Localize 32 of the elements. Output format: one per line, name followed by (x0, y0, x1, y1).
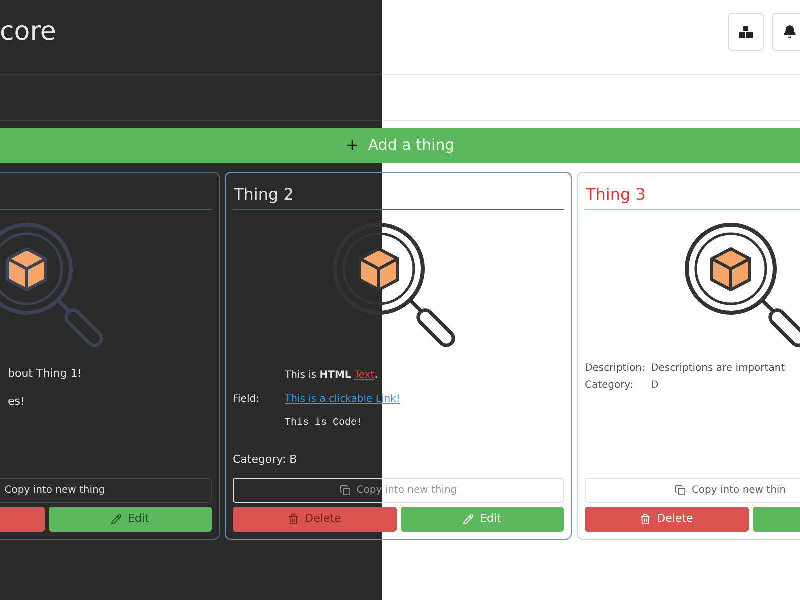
field-label: Field: (233, 393, 260, 407)
boxes-button[interactable] (728, 13, 764, 51)
copy-icon (340, 485, 351, 496)
copy-button[interactable]: Copy into new thing (233, 478, 564, 503)
field-value: Descriptions are important (651, 362, 786, 376)
trash-icon (288, 514, 300, 525)
delete-button[interactable]: Delete (585, 507, 748, 532)
card-title: Thing 2 (234, 184, 294, 206)
html-text: This is HTML Text. (285, 369, 379, 383)
field-label: Description: (585, 362, 646, 376)
bell-icon (783, 25, 797, 39)
plus-icon (345, 138, 360, 153)
field-value: bout Thing 1! (8, 366, 82, 382)
pencil-icon (463, 514, 474, 525)
notifications-button[interactable] (772, 13, 800, 51)
card-title: Thing 3 (586, 184, 646, 206)
copy-button[interactable]: Copy into new thing (0, 478, 212, 503)
field-value: es! (8, 394, 25, 410)
pencil-icon (111, 514, 122, 525)
add-thing-button[interactable]: Add a thing (0, 128, 800, 163)
field-value: D (651, 379, 660, 393)
code-text: This is Code! (285, 416, 364, 431)
boxes-icon (739, 26, 753, 38)
field-label: Category: (585, 379, 634, 393)
copy-icon (674, 485, 686, 496)
trash-icon (640, 514, 652, 525)
delete-button[interactable]: Delete (233, 507, 396, 532)
copy-button[interactable]: Copy into new thin (585, 478, 800, 503)
edit-button[interactable]: Edit (48, 507, 212, 532)
category-text: Category: B (233, 453, 298, 466)
edit-button[interactable]: Edit (400, 507, 564, 532)
page-title: core (0, 16, 56, 48)
